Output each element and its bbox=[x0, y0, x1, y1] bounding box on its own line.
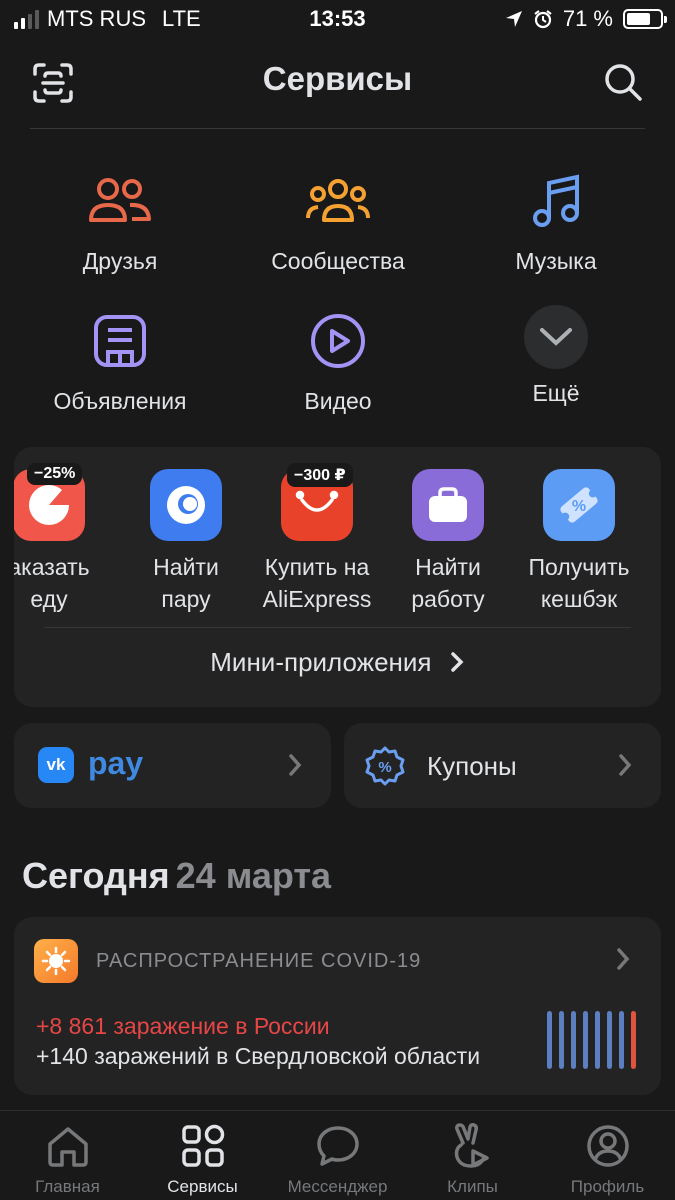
svg-text:%: % bbox=[572, 498, 586, 515]
service-label: Музыка bbox=[515, 248, 597, 274]
service-music[interactable]: Музыка bbox=[446, 170, 666, 275]
tab-services[interactable]: Сервисы bbox=[135, 1121, 270, 1197]
coupon-icon: % bbox=[365, 746, 405, 786]
search-icon[interactable] bbox=[603, 62, 643, 102]
mini-app-label: Найти работу bbox=[411, 554, 485, 612]
svg-text:%: % bbox=[378, 759, 391, 776]
vkpay-button[interactable]: vk pay bbox=[14, 723, 331, 808]
mini-app-food[interactable]: −25% аказать еду bbox=[14, 463, 114, 615]
coupons-button[interactable]: % Купоны bbox=[344, 723, 661, 808]
tab-profile[interactable]: Профиль bbox=[540, 1121, 675, 1197]
job-icon bbox=[412, 469, 484, 541]
service-more[interactable]: Ещё bbox=[446, 305, 666, 407]
classifieds-icon bbox=[94, 315, 146, 367]
tab-home[interactable]: Главная bbox=[0, 1121, 135, 1197]
vk-logo-icon: vk bbox=[38, 747, 74, 783]
chevron-right-icon bbox=[289, 754, 302, 776]
header: Сервисы bbox=[0, 52, 675, 114]
header-divider bbox=[30, 128, 645, 129]
clips-icon bbox=[454, 1123, 489, 1168]
cashback-icon: % bbox=[543, 469, 615, 541]
dating-icon bbox=[150, 469, 222, 541]
today-label: Сегодня bbox=[22, 855, 170, 896]
friends-icon bbox=[89, 178, 151, 222]
virus-icon bbox=[34, 939, 78, 983]
mini-app-label: Купить на AliExpress bbox=[262, 554, 372, 612]
mini-apps-link-label: Мини-приложения bbox=[210, 647, 432, 677]
service-communities[interactable]: Сообщества bbox=[228, 170, 448, 275]
chart-bar bbox=[559, 1011, 564, 1069]
alarm-icon bbox=[534, 10, 552, 29]
service-label: Ещё bbox=[532, 380, 580, 406]
today-heading: Сегодня 24 марта bbox=[22, 855, 331, 897]
tab-label: Клипы bbox=[447, 1177, 498, 1196]
mini-app-label: Получить кешбэк bbox=[528, 554, 630, 612]
chevron-right-icon bbox=[450, 652, 464, 672]
mini-app-cashback[interactable]: % Получить кешбэк bbox=[514, 469, 644, 615]
service-classifieds[interactable]: Объявления bbox=[10, 310, 230, 415]
chart-bar bbox=[619, 1011, 624, 1069]
delivery-club-icon: −25% bbox=[14, 463, 85, 541]
mini-app-label: Найти пару bbox=[153, 554, 219, 612]
covid-trend-chart bbox=[547, 1011, 636, 1069]
home-icon bbox=[47, 1127, 88, 1167]
discount-badge: −25% bbox=[27, 463, 83, 485]
tab-label: Профиль bbox=[570, 1177, 645, 1196]
battery-percent: 71 % bbox=[562, 6, 613, 31]
mini-apps-link[interactable]: Мини-приложения bbox=[14, 647, 661, 678]
tab-label: Сервисы bbox=[167, 1177, 238, 1196]
chevron-right-icon bbox=[617, 948, 630, 970]
chevron-down-icon bbox=[540, 328, 572, 346]
video-icon bbox=[311, 314, 365, 368]
page-title: Сервисы bbox=[262, 60, 413, 97]
messenger-icon bbox=[316, 1126, 359, 1166]
tab-label: Мессенджер bbox=[287, 1177, 388, 1196]
covid-title: РАСПРОСТРАНЕНИЕ COVID-19 bbox=[96, 949, 422, 972]
service-label: Друзья bbox=[82, 248, 158, 274]
covid-russia-count: +8 861 заражение в России bbox=[36, 1013, 330, 1039]
service-label: Сообщества bbox=[271, 248, 405, 274]
location-arrow-icon bbox=[505, 11, 522, 27]
music-icon bbox=[533, 174, 579, 227]
chart-bar bbox=[607, 1011, 612, 1069]
mini-app-job[interactable]: Найти работу bbox=[383, 469, 513, 615]
mini-app-dating[interactable]: Найти пару bbox=[121, 469, 251, 615]
tab-clips[interactable]: Клипы bbox=[405, 1121, 540, 1197]
communities-icon bbox=[306, 179, 370, 222]
coupons-label: Купоны bbox=[427, 751, 517, 781]
services-icon bbox=[181, 1124, 224, 1167]
card-divider bbox=[44, 627, 631, 628]
service-label: Видео bbox=[304, 388, 372, 414]
tab-bar: Главная Сервисы Мессенджер Клипы Профиль bbox=[0, 1110, 675, 1200]
mini-app-aliexpress[interactable]: −300 ₽ Купить на AliExpress bbox=[252, 463, 382, 615]
chart-bar bbox=[571, 1011, 576, 1069]
status-bar: MTS RUS LTE 13:53 71 % bbox=[0, 0, 675, 40]
battery-icon bbox=[623, 9, 667, 29]
mini-app-label: аказать еду bbox=[14, 554, 90, 612]
service-video[interactable]: Видео bbox=[228, 310, 448, 415]
vkpay-label: pay bbox=[88, 745, 144, 781]
discount-badge: −300 ₽ bbox=[287, 463, 353, 487]
chart-bar bbox=[583, 1011, 588, 1069]
covid-region-count: +140 заражений в Свердловской области bbox=[36, 1043, 481, 1069]
covid-card[interactable]: РАСПРОСТРАНЕНИЕ COVID-19 +8 861 заражени… bbox=[14, 917, 661, 1095]
profile-icon bbox=[586, 1125, 629, 1167]
service-friends[interactable]: Друзья bbox=[10, 170, 230, 275]
aliexpress-icon: −300 ₽ bbox=[281, 463, 353, 541]
tab-label: Главная bbox=[35, 1177, 100, 1196]
chevron-right-icon bbox=[619, 754, 632, 776]
chart-bar bbox=[547, 1011, 552, 1069]
chart-bar bbox=[631, 1011, 636, 1069]
chart-bar bbox=[595, 1011, 600, 1069]
today-date: 24 марта bbox=[175, 855, 332, 896]
tab-messenger[interactable]: Мессенджер bbox=[270, 1121, 405, 1197]
mini-apps-card: −25% аказать еду Найти пару −300 ₽ Купит… bbox=[14, 447, 661, 707]
service-label: Объявления bbox=[53, 388, 187, 414]
